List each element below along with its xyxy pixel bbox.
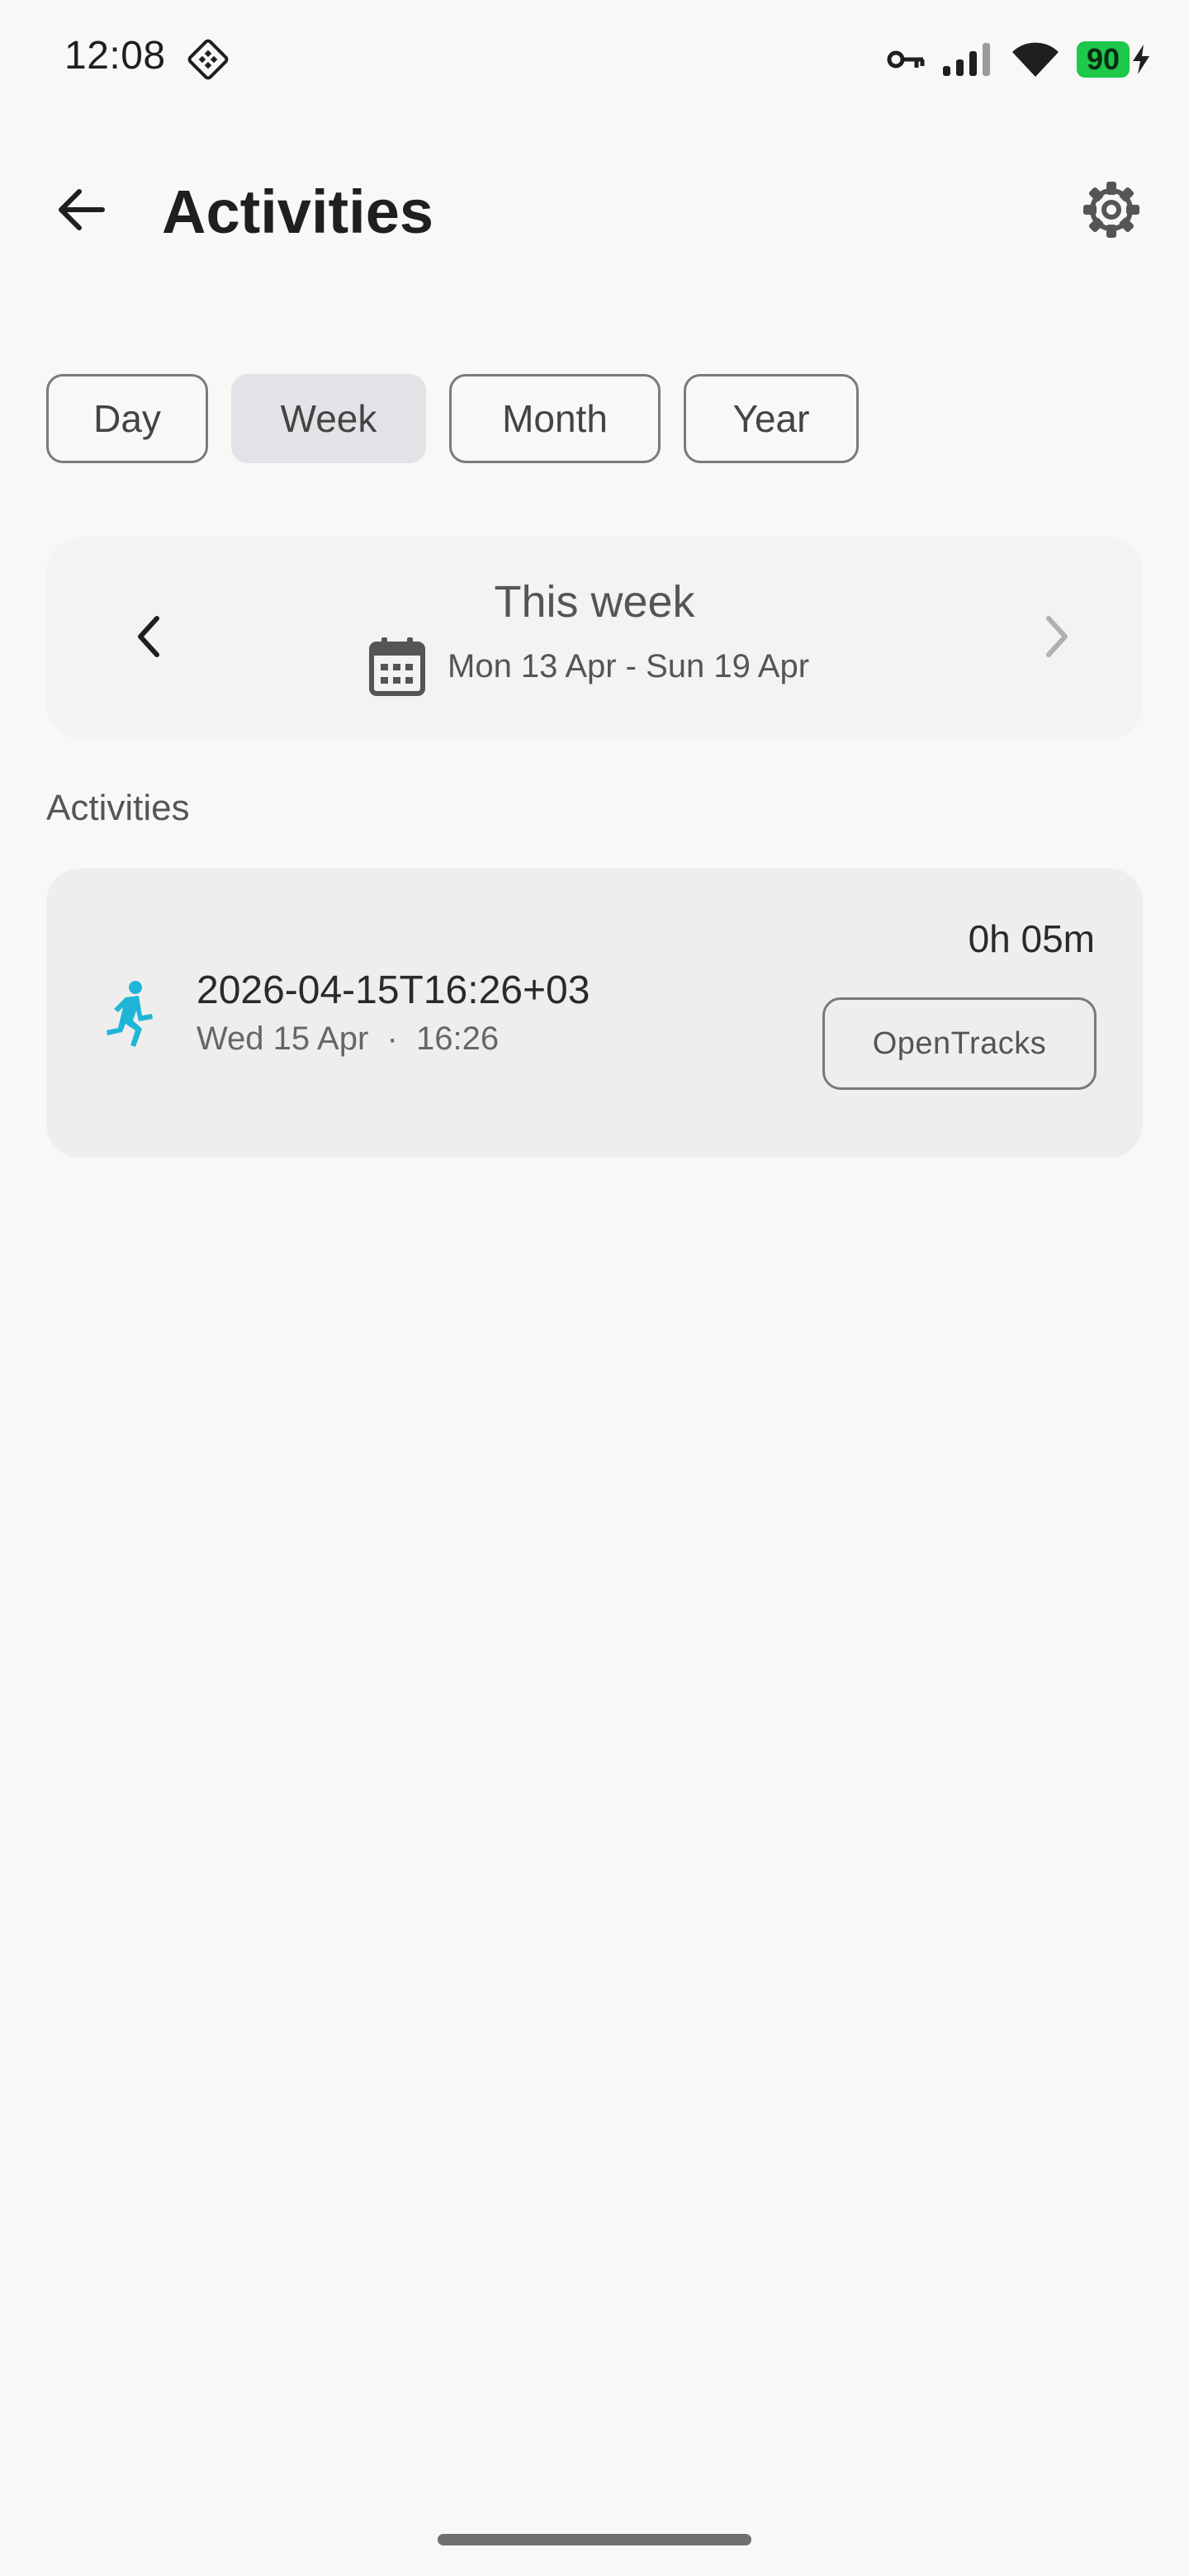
activity-card[interactable]: 2026-04-15T16:26+03 Wed 15 Apr · 16:26 0… — [46, 869, 1143, 1158]
battery-level: 90 — [1076, 41, 1130, 78]
section-heading: Activities — [46, 788, 190, 828]
chip-day[interactable]: Day — [46, 374, 208, 463]
back-button[interactable] — [41, 170, 121, 249]
wifi-icon — [1011, 42, 1059, 77]
week-navigator: This week Mon 13 Apr - Sun 19 Apr — [46, 537, 1143, 740]
week-title: This week — [494, 577, 695, 627]
running-icon — [107, 981, 153, 1047]
page-title: Activities — [162, 178, 434, 246]
period-selector: Day Week Month Year — [46, 374, 859, 463]
vpn-key-icon — [887, 50, 925, 69]
settings-button[interactable] — [1072, 170, 1151, 249]
status-bar: 12:08 90 — [0, 0, 1189, 116]
status-time: 12:08 — [64, 34, 166, 78]
notification-app-icon — [187, 39, 229, 80]
next-week-button[interactable] — [1024, 599, 1090, 674]
battery-icon: 90 — [1076, 41, 1153, 78]
activity-title: 2026-04-15T16:26+03 — [197, 968, 590, 1012]
calendar-icon — [369, 637, 425, 696]
week-range[interactable]: Mon 13 Apr - Sun 19 Apr — [368, 636, 809, 697]
chip-month[interactable]: Month — [449, 374, 661, 463]
gear-icon — [1083, 182, 1139, 238]
charging-icon — [1133, 45, 1149, 74]
week-range-text: Mon 13 Apr - Sun 19 Apr — [448, 647, 810, 684]
activity-duration: 0h 05m — [968, 917, 1095, 960]
chevron-right-icon — [1046, 616, 1068, 657]
home-indicator[interactable] — [438, 2534, 751, 2545]
chip-year[interactable]: Year — [684, 374, 859, 463]
chip-week[interactable]: Week — [231, 374, 426, 463]
activity-subtitle: Wed 15 Apr · 16:26 — [197, 1020, 500, 1057]
signal-icon — [942, 43, 990, 76]
arrow-back-icon — [59, 189, 105, 230]
source-app-button[interactable]: OpenTracks — [822, 997, 1097, 1090]
